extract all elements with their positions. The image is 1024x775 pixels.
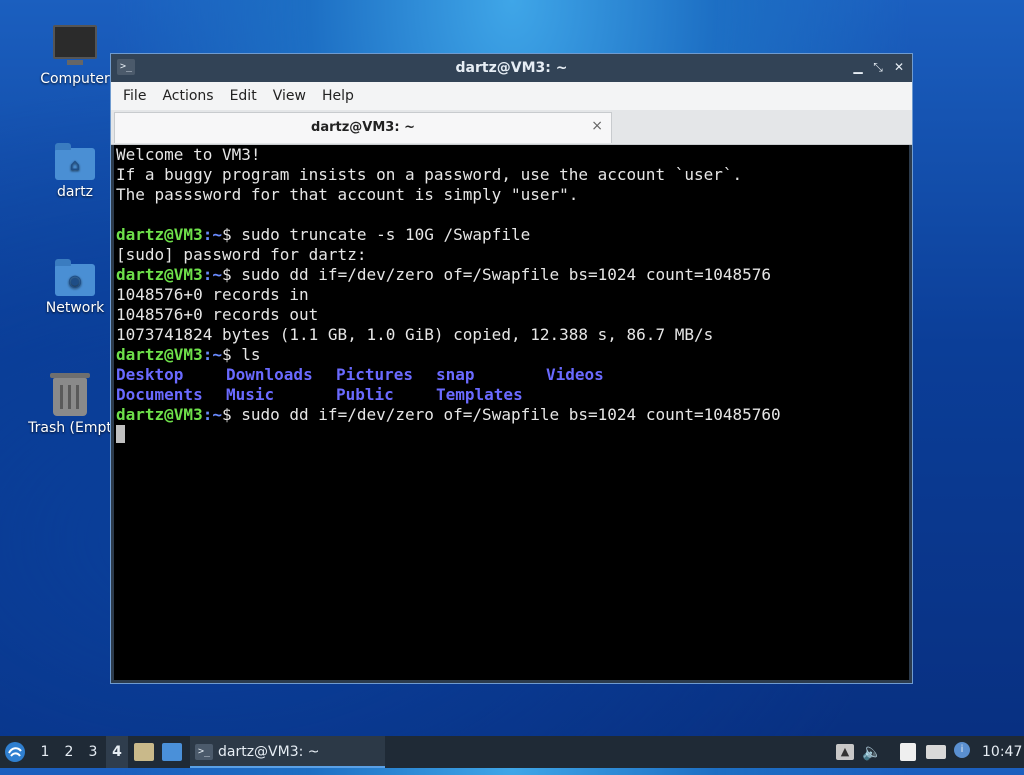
- prompt-user: dartz@VM3: [116, 405, 203, 424]
- desktop-icon-trash[interactable]: Trash (Empt: [25, 373, 115, 436]
- tab-title: dartz@VM3: ~: [311, 120, 415, 135]
- tray-upload-icon[interactable]: ▲: [836, 744, 854, 760]
- terminal-window: >_ dartz@VM3: ~ ▁ ⤡ ✕ File Actions Edit …: [110, 53, 913, 684]
- desktop-icon-home[interactable]: ⌂ dartz: [30, 143, 120, 200]
- menu-edit[interactable]: Edit: [222, 88, 265, 104]
- ls-entry: Downloads: [226, 365, 313, 384]
- command-text: sudo dd if=/dev/zero of=/Swapfile bs=102…: [241, 405, 781, 424]
- window-titlebar[interactable]: >_ dartz@VM3: ~ ▁ ⤡ ✕: [111, 54, 912, 82]
- terminal-line: 1073741824 bytes (1.1 GB, 1.0 GiB) copie…: [116, 325, 714, 344]
- ls-entry: Desktop: [116, 365, 184, 384]
- menu-help[interactable]: Help: [314, 88, 362, 104]
- trash-icon: [50, 373, 90, 416]
- tab-bar: dartz@VM3: ~ ×: [111, 110, 912, 145]
- ls-output-row: Documents Music Public Templates: [116, 385, 907, 405]
- terminal-output[interactable]: Welcome to VM3! If a buggy program insis…: [114, 145, 909, 680]
- volume-icon[interactable]: 🔈: [862, 736, 882, 768]
- ls-entry: Documents: [116, 385, 203, 404]
- ls-output-row: Desktop Downloads Pictures snap Videos: [116, 365, 907, 385]
- prompt-sign: $: [221, 345, 242, 364]
- terminal-line: The passsword for that account is simply…: [116, 185, 579, 204]
- menu-file[interactable]: File: [115, 88, 154, 104]
- desktop-icon-label: Trash (Empt: [28, 420, 112, 436]
- minimize-button[interactable]: ▁: [850, 59, 866, 75]
- clock[interactable]: 10:47: [982, 736, 1022, 768]
- desktop-icon-label: dartz: [56, 184, 94, 200]
- terminal-icon: >_: [195, 744, 213, 760]
- terminal-command-line: dartz@VM3:~$ sudo dd if=/dev/zero of=/Sw…: [116, 405, 907, 425]
- prompt-path: :~: [202, 225, 222, 244]
- desktop-icon-computer[interactable]: Computer: [30, 25, 120, 87]
- prompt-user: dartz@VM3: [116, 345, 203, 364]
- desktop-icon-label: Network: [45, 300, 105, 316]
- prompt-path: :~: [202, 265, 222, 284]
- menu-actions[interactable]: Actions: [154, 88, 221, 104]
- terminal-command-line: dartz@VM3:~$ ls: [116, 345, 907, 365]
- ls-entry: Pictures: [336, 365, 414, 384]
- clipboard-icon[interactable]: [900, 743, 916, 761]
- workspace-3-button[interactable]: 3: [82, 736, 104, 768]
- home-folder-icon: ⌂: [55, 143, 95, 180]
- task-title: dartz@VM3: ~: [218, 744, 320, 760]
- start-menu-button[interactable]: [4, 736, 28, 768]
- window-title: dartz@VM3: ~: [455, 60, 568, 76]
- computer-icon: [53, 25, 97, 65]
- taskbar-task-terminal[interactable]: >_ dartz@VM3: ~: [190, 736, 385, 768]
- workspace-2-button[interactable]: 2: [58, 736, 80, 768]
- taskbar: 1 2 3 4 >_ dartz@VM3: ~ ▲ 🔈 i 10:47: [0, 736, 1024, 768]
- terminal-line: 1048576+0 records in: [116, 285, 309, 304]
- terminal-line: Welcome to VM3!: [116, 145, 261, 164]
- command-text: sudo truncate -s 10G /Swapfile: [241, 225, 531, 244]
- terminal-command-line: dartz@VM3:~$ sudo dd if=/dev/zero of=/Sw…: [116, 265, 907, 285]
- terminal-tab[interactable]: dartz@VM3: ~ ×: [114, 112, 612, 143]
- show-desktop-icon[interactable]: [162, 743, 182, 761]
- command-text: sudo dd if=/dev/zero of=/Swapfile bs=102…: [241, 265, 772, 284]
- close-button[interactable]: ✕: [891, 59, 907, 75]
- ls-entry: Templates: [436, 385, 523, 404]
- terminal-line: If a buggy program insists on a password…: [116, 165, 743, 184]
- ls-entry: Music: [226, 385, 275, 404]
- network-folder-icon: ◉: [55, 259, 95, 296]
- network-status-icon[interactable]: [926, 745, 946, 759]
- ls-entry: Public: [336, 385, 394, 404]
- prompt-user: dartz@VM3: [116, 225, 203, 244]
- lxqt-logo-icon: [5, 742, 25, 762]
- notification-icon[interactable]: i: [954, 742, 970, 758]
- desktop-icon-label: Computer: [40, 71, 110, 87]
- terminal-command-line: dartz@VM3:~$ sudo truncate -s 10G /Swapf…: [116, 225, 907, 245]
- prompt-sign: $: [221, 405, 242, 424]
- prompt-path: :~: [202, 345, 222, 364]
- workspace-4-button[interactable]: 4: [106, 736, 128, 768]
- prompt-user: dartz@VM3: [116, 265, 203, 284]
- terminal-cursor-line: [116, 425, 907, 445]
- prompt-sign: $: [221, 265, 242, 284]
- terminal-line: [sudo] password for dartz:: [116, 245, 367, 264]
- menu-view[interactable]: View: [265, 88, 314, 104]
- restore-button[interactable]: ⤡: [870, 59, 886, 75]
- ls-entry: snap: [436, 365, 475, 384]
- workspace-1-button[interactable]: 1: [34, 736, 56, 768]
- ls-entry: Videos: [546, 365, 604, 384]
- terminal-line: 1048576+0 records out: [116, 305, 319, 324]
- menubar: File Actions Edit View Help: [111, 82, 912, 110]
- tab-close-icon[interactable]: ×: [591, 118, 603, 134]
- prompt-path: :~: [202, 405, 222, 424]
- desktop-icon-network[interactable]: ◉ Network: [30, 259, 120, 316]
- file-manager-icon[interactable]: [134, 743, 154, 761]
- text-cursor: [116, 425, 125, 443]
- prompt-sign: $: [221, 225, 242, 244]
- command-text: ls: [241, 345, 261, 364]
